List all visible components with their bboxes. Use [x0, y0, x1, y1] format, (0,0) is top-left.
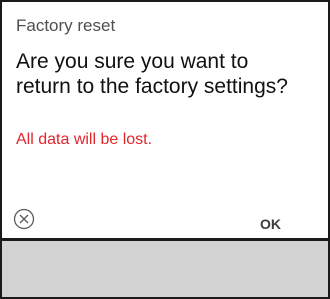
factory-reset-dialog: Factory reset Are you sure you want to r… — [0, 0, 330, 241]
dialog-title: Factory reset — [16, 16, 116, 35]
cancel-button[interactable] — [13, 208, 35, 230]
dialog-message: Are you sure you want to return to the f… — [16, 50, 288, 98]
background-panel — [0, 241, 330, 299]
dialog-warning: All data will be lost. — [16, 131, 153, 148]
ok-button[interactable]: OK — [260, 216, 281, 232]
close-circle-icon — [13, 208, 35, 230]
